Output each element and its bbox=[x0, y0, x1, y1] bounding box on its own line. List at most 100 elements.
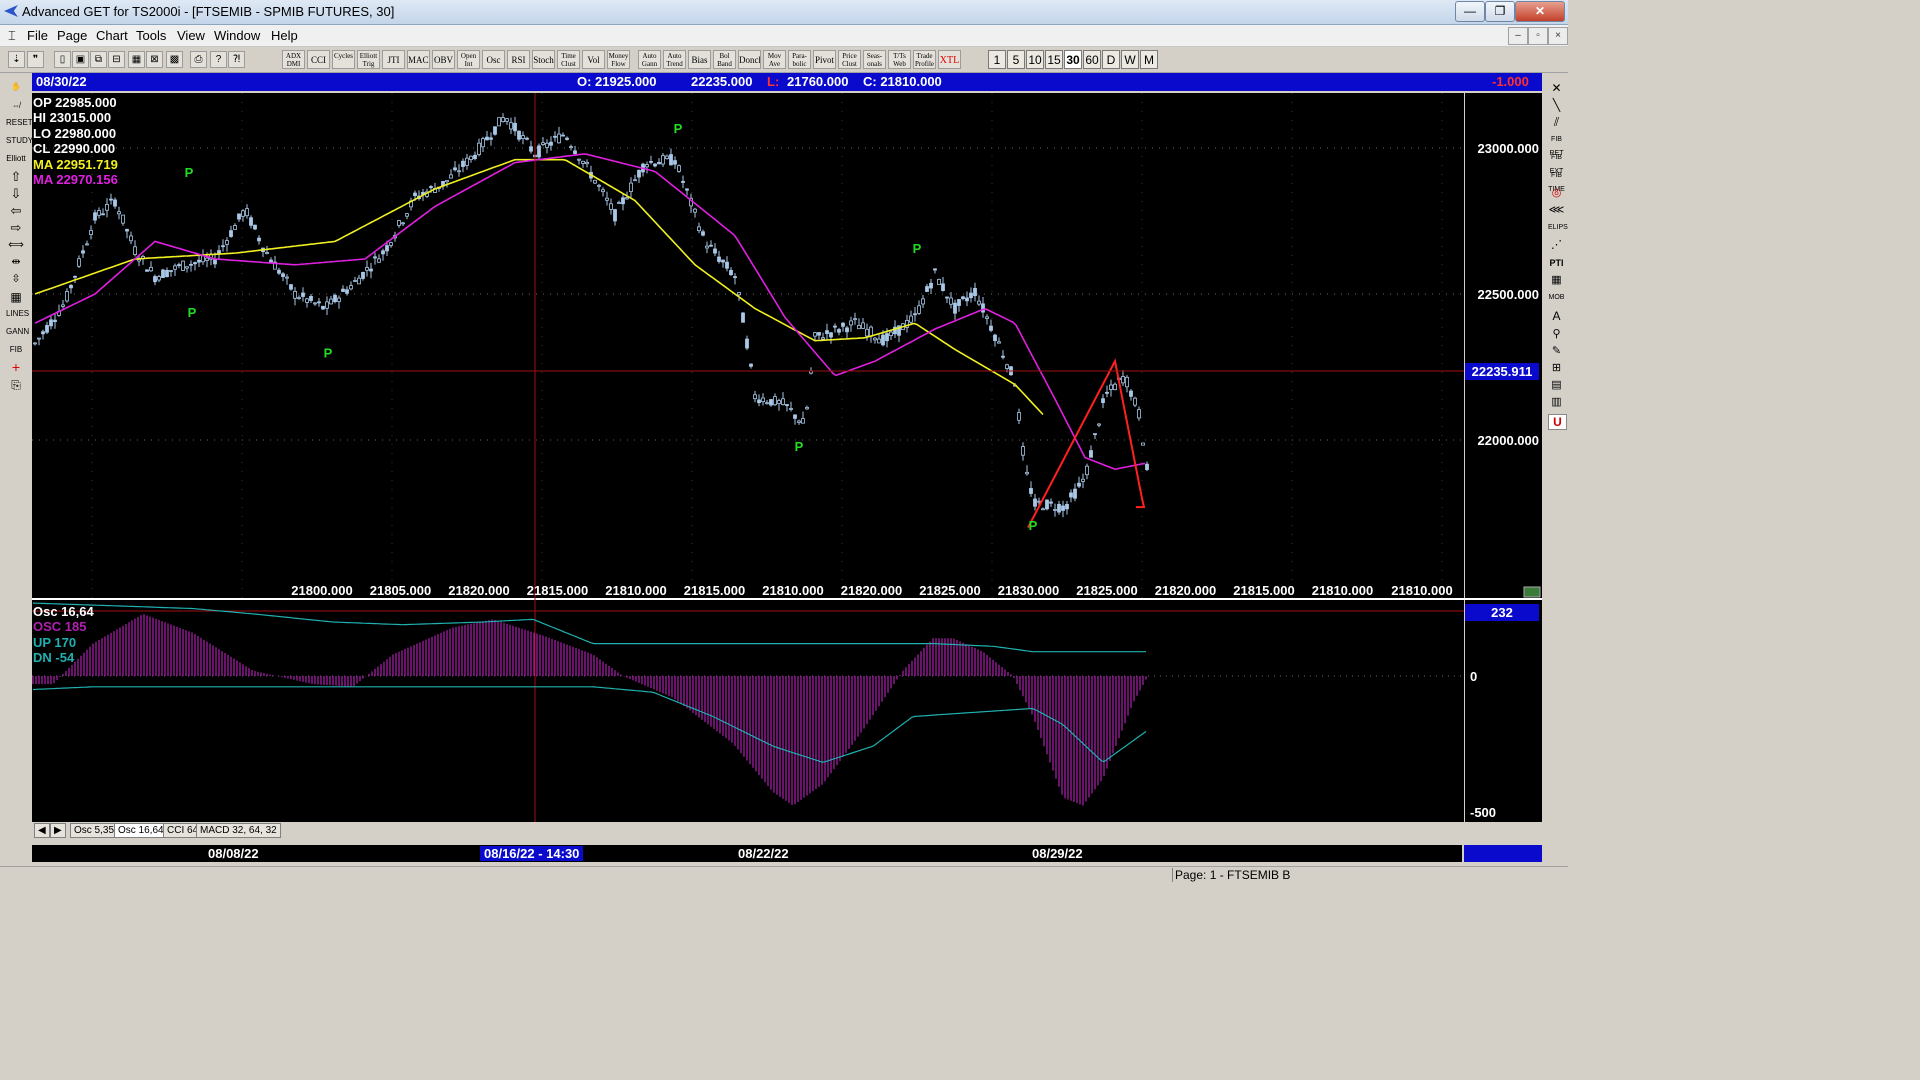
study-button[interactable]: XTL bbox=[938, 50, 961, 69]
ellipse-tool[interactable]: ELIPS bbox=[1548, 221, 1568, 235]
study-button[interactable]: T/Ts Web bbox=[888, 50, 911, 69]
mdi-minimize-icon[interactable]: – bbox=[1508, 27, 1528, 45]
study-button[interactable]: Open Int bbox=[457, 50, 480, 69]
magnify-icon[interactable]: ⚲ bbox=[1548, 327, 1565, 341]
study-button[interactable]: MACD bbox=[407, 50, 430, 69]
hand-tool-icon[interactable]: ✋ bbox=[5, 79, 27, 95]
menu-page[interactable]: Page bbox=[57, 28, 87, 43]
menu-help[interactable]: Help bbox=[271, 28, 298, 43]
study-button[interactable]: ADX DMI bbox=[282, 50, 305, 69]
study-button[interactable]: Stoch bbox=[532, 50, 555, 69]
study-button[interactable]: Money Flow bbox=[607, 50, 630, 69]
timeframe-button[interactable]: W bbox=[1121, 50, 1139, 69]
chart-area[interactable]: P P P P P P P 21800.000 21805.000 21820.000 21815.… bbox=[32, 93, 1542, 823]
close-panel-icon[interactable]: ✕ bbox=[1548, 81, 1565, 95]
study-button[interactable]: Para-bolic bbox=[788, 50, 811, 69]
study-button[interactable]: Mov Ave bbox=[763, 50, 786, 69]
quote-icon[interactable]: ❞ bbox=[27, 51, 44, 68]
study-button[interactable]: Price Clust bbox=[838, 50, 861, 69]
clipboard-icon[interactable]: ⎘ bbox=[5, 377, 27, 393]
timeframe-button[interactable]: M bbox=[1140, 50, 1158, 69]
study-button[interactable]: Pivot bbox=[813, 50, 836, 69]
tab-osc-5-35[interactable]: Osc 5,35 bbox=[70, 823, 119, 838]
marker-icon[interactable]: ✎ bbox=[1548, 344, 1565, 358]
arrow-right-icon[interactable]: ⇨ bbox=[5, 220, 27, 236]
menu-file[interactable]: File bbox=[27, 28, 48, 43]
fib-ext-tool[interactable]: FIB EXT bbox=[1548, 151, 1565, 175]
undo-tool[interactable]: U bbox=[1548, 414, 1567, 430]
pitchfork-tool-icon[interactable]: ⋰ bbox=[1548, 238, 1565, 252]
timeframe-button[interactable]: 60 bbox=[1083, 50, 1101, 69]
study-button[interactable]: Vol bbox=[582, 50, 605, 69]
layout-icon[interactable]: ▦ bbox=[128, 51, 145, 68]
box-tool-icon[interactable]: ▦ bbox=[5, 289, 27, 305]
arrow-up-icon[interactable]: ⇧ bbox=[5, 169, 27, 185]
info-icon[interactable]: ? bbox=[210, 51, 227, 68]
mob-tool[interactable]: MOB bbox=[1548, 291, 1565, 305]
copy-icon[interactable]: ⧉ bbox=[90, 51, 107, 68]
study-tool[interactable]: STUDY bbox=[5, 133, 33, 149]
tab-scroll-left-icon[interactable]: ◀ bbox=[34, 823, 50, 838]
study-button[interactable]: CCI bbox=[307, 50, 330, 69]
compress-icon[interactable]: ⟺ bbox=[5, 237, 27, 253]
grid-tool-icon[interactable]: ▦ bbox=[1548, 273, 1565, 287]
study-button[interactable]: JTI bbox=[382, 50, 405, 69]
calculator-icon[interactable]: ▤ bbox=[1548, 378, 1565, 392]
arrow-left-icon[interactable]: ⇦ bbox=[5, 203, 27, 219]
study-button[interactable]: Bol Band bbox=[713, 50, 736, 69]
grid-icon[interactable]: ▩ bbox=[166, 51, 183, 68]
minimize-button[interactable]: — bbox=[1455, 1, 1485, 22]
save-icon[interactable]: ▣ bbox=[72, 51, 89, 68]
print-icon[interactable]: ⎙ bbox=[190, 51, 207, 68]
book-icon[interactable]: ▥ bbox=[1548, 395, 1565, 409]
menu-chart[interactable]: Chart bbox=[96, 28, 128, 43]
timeframe-button[interactable]: 5 bbox=[1007, 50, 1025, 69]
tab-osc-16-64[interactable]: Osc 16,64 bbox=[114, 823, 168, 838]
tab-macd[interactable]: MACD 32, 64, 32 bbox=[196, 823, 281, 838]
study-button[interactable]: Donch bbox=[738, 50, 761, 69]
study-button[interactable]: Cycles bbox=[332, 50, 355, 69]
study-button[interactable]: Trade Profile bbox=[913, 50, 936, 69]
fib-tool[interactable]: FIB bbox=[5, 342, 27, 358]
help-pointer-icon[interactable]: ⁈ bbox=[228, 51, 245, 68]
maximize-button[interactable]: ❐ bbox=[1485, 1, 1515, 22]
zoom-tool-icon[interactable]: ⇎ bbox=[5, 98, 27, 114]
timeframe-button[interactable]: 10 bbox=[1026, 50, 1044, 69]
pti-tool[interactable]: PTI bbox=[1548, 256, 1565, 270]
open-icon[interactable]: ⊟ bbox=[108, 51, 125, 68]
arrow-down-icon[interactable]: ⇩ bbox=[5, 186, 27, 202]
menu-view[interactable]: View bbox=[177, 28, 205, 43]
timeframe-button[interactable]: 1 bbox=[988, 50, 1006, 69]
gann-tool[interactable]: GANN bbox=[5, 324, 29, 340]
timeframe-button[interactable]: D bbox=[1102, 50, 1120, 69]
crosshair-icon[interactable]: + bbox=[5, 359, 27, 375]
scale-icon[interactable]: ⇳ bbox=[5, 271, 27, 287]
text-tool[interactable]: A bbox=[1548, 309, 1565, 323]
study-button[interactable]: RSI bbox=[507, 50, 530, 69]
mdi-restore-icon[interactable]: ▫ bbox=[1528, 27, 1548, 45]
channel-tool-icon[interactable]: ⫽ bbox=[1548, 115, 1565, 129]
line-tool-icon[interactable]: ╲ bbox=[1548, 98, 1565, 112]
delete-icon[interactable]: ⊠ bbox=[146, 51, 163, 68]
expand-icon[interactable]: ⇹ bbox=[5, 254, 27, 270]
reset-tool[interactable]: RESET bbox=[5, 115, 33, 131]
study-button[interactable]: Elliott Trig bbox=[357, 50, 380, 69]
study-button[interactable]: Osc bbox=[482, 50, 505, 69]
spiral-tool-icon[interactable]: ◎ bbox=[1548, 186, 1565, 200]
fan-tool-icon[interactable]: ⋘ bbox=[1548, 203, 1565, 217]
menu-window[interactable]: Window bbox=[214, 28, 260, 43]
study-button[interactable]: Time Clust bbox=[557, 50, 580, 69]
study-button[interactable]: OBV bbox=[432, 50, 455, 69]
study-button[interactable]: Bias bbox=[688, 50, 711, 69]
new-page-icon[interactable]: ▯ bbox=[54, 51, 71, 68]
fib-ret-tool[interactable]: FIB RET bbox=[1548, 133, 1565, 157]
elliott-tool[interactable]: Elliott bbox=[5, 151, 27, 167]
timeframe-button[interactable]: 15 bbox=[1045, 50, 1063, 69]
menu-tools[interactable]: Tools bbox=[136, 28, 166, 43]
study-button[interactable]: Auto Trend bbox=[663, 50, 686, 69]
timeframe-button[interactable]: 30 bbox=[1064, 50, 1082, 69]
fib-time-tool[interactable]: FIB TIME bbox=[1548, 169, 1565, 193]
lines-tool[interactable]: LINES bbox=[5, 306, 29, 322]
study-button[interactable]: Auto Gann bbox=[638, 50, 661, 69]
close-button[interactable]: ✕ bbox=[1515, 1, 1565, 22]
